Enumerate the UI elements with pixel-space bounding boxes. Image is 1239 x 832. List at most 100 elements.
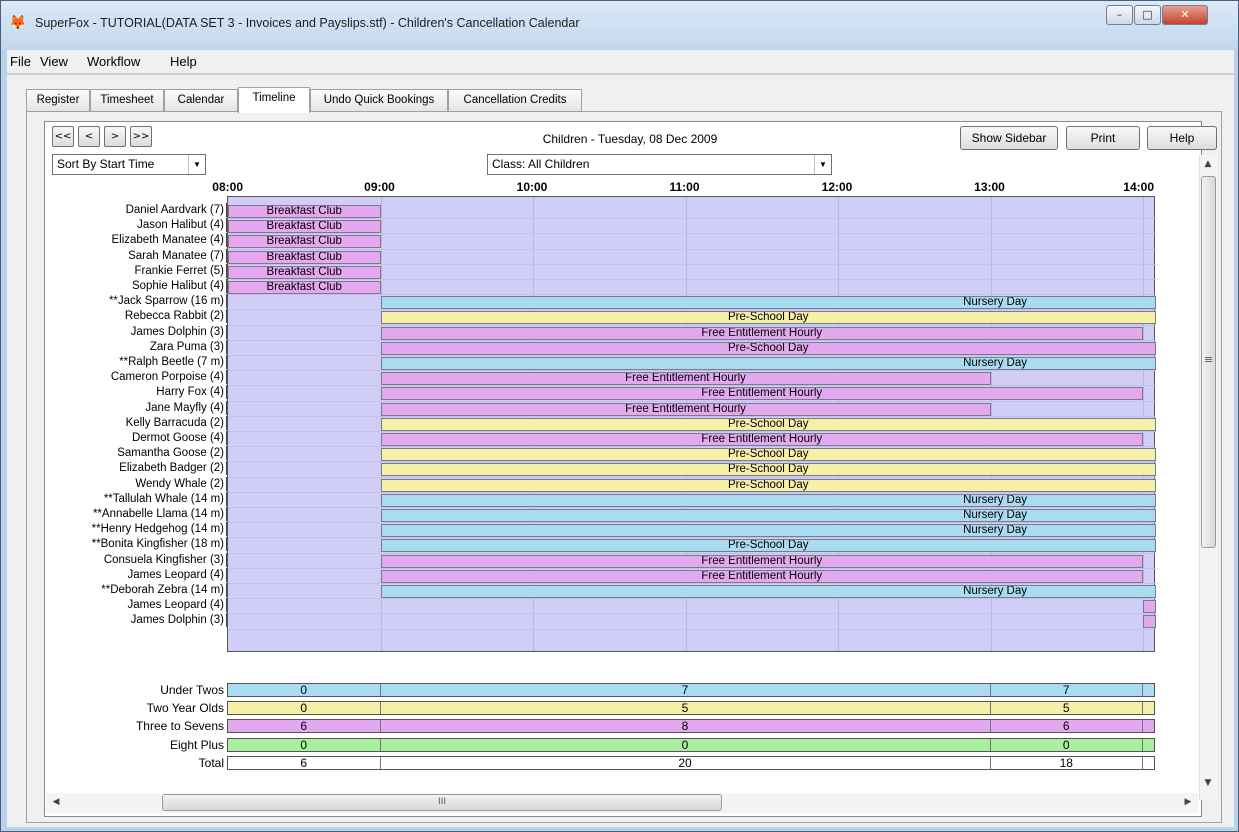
menu-help[interactable]: Help bbox=[170, 54, 197, 69]
child-name[interactable]: James Leopard (4) bbox=[30, 568, 224, 582]
booking-bar[interactable]: Free Entitlement Hourly bbox=[380, 387, 1143, 401]
child-name[interactable]: Kelly Barracuda (2) bbox=[30, 416, 224, 430]
row-gridline bbox=[228, 233, 1156, 235]
booking-bar[interactable]: Nursery Day bbox=[380, 296, 1156, 310]
scroll-down-icon[interactable]: ▼ bbox=[1200, 778, 1216, 788]
child-name[interactable]: Jane Mayfly (4) bbox=[30, 401, 224, 415]
help-button[interactable]: Help bbox=[1147, 126, 1217, 150]
scroll-right-icon[interactable]: ▶ bbox=[1180, 797, 1196, 807]
booking-bar[interactable]: Free Entitlement Hourly bbox=[380, 372, 991, 386]
child-name[interactable]: **Henry Hedgehog (14 m) bbox=[30, 522, 224, 536]
booking-bar[interactable]: Breakfast Club bbox=[228, 281, 381, 294]
booking-bar[interactable]: Pre-School Day bbox=[380, 448, 1156, 462]
booking-bar[interactable] bbox=[1143, 615, 1156, 629]
child-name[interactable]: James Leopard (4) bbox=[30, 598, 224, 612]
child-name[interactable]: Rebecca Rabbit (2) bbox=[30, 309, 224, 323]
booking-bar[interactable]: Nursery Day bbox=[380, 357, 1156, 370]
row-tick bbox=[224, 218, 227, 233]
child-name[interactable]: Sophie Halibut (4) bbox=[30, 279, 224, 293]
tab-timeline[interactable]: Timeline bbox=[238, 87, 310, 113]
booking-bar[interactable]: Breakfast Club bbox=[228, 205, 381, 218]
minimize-button[interactable]: – bbox=[1106, 5, 1133, 25]
child-name[interactable]: Daniel Aardvark (7) bbox=[30, 203, 224, 217]
tab-undo-quick-bookings[interactable]: Undo Quick Bookings bbox=[310, 89, 448, 111]
child-name[interactable]: Wendy Whale (2) bbox=[30, 477, 224, 491]
row-tick bbox=[224, 294, 227, 309]
row-tick bbox=[224, 537, 227, 552]
print-button[interactable]: Print bbox=[1066, 126, 1140, 150]
child-name[interactable]: **Tallulah Whale (14 m) bbox=[30, 492, 224, 506]
child-name[interactable]: **Deborah Zebra (14 m) bbox=[30, 583, 224, 597]
child-name[interactable]: Harry Fox (4) bbox=[30, 385, 224, 399]
booking-bar[interactable]: Breakfast Club bbox=[228, 220, 381, 234]
booking-bar[interactable]: Pre-School Day bbox=[380, 478, 1156, 492]
timeline-grid[interactable]: Breakfast Club Breakfast Club Breakfast Cl… bbox=[227, 196, 1156, 652]
booking-bar[interactable]: Nursery Day bbox=[380, 585, 1156, 598]
previous-day-button[interactable]: < bbox=[78, 126, 100, 147]
child-name[interactable]: Jason Halibut (4) bbox=[30, 218, 224, 232]
summary-count: 7 bbox=[991, 684, 1143, 696]
first-day-button[interactable]: << bbox=[52, 126, 74, 147]
booking-bar[interactable] bbox=[1143, 600, 1156, 614]
tab-register[interactable]: Register bbox=[26, 89, 90, 111]
title-bar[interactable]: 🦊 SuperFox - TUTORIAL(DATA SET 3 - Invoi… bbox=[1, 1, 1238, 49]
menu-file[interactable]: File bbox=[10, 54, 31, 69]
menu-view[interactable]: View bbox=[40, 54, 68, 69]
tab-cancellation-credits[interactable]: Cancellation Credits bbox=[448, 89, 582, 111]
child-name[interactable]: Zara Puma (3) bbox=[30, 340, 224, 354]
booking-bar[interactable]: Breakfast Club bbox=[228, 235, 381, 249]
summary-count: 7 bbox=[381, 684, 991, 696]
class-select[interactable]: Class: All Children ▼ bbox=[487, 154, 832, 175]
booking-bar[interactable]: Free Entitlement Hourly bbox=[380, 433, 1143, 446]
show-sidebar-button[interactable]: Show Sidebar bbox=[960, 126, 1058, 150]
booking-bar[interactable]: Free Entitlement Hourly bbox=[380, 554, 1143, 568]
hour-label: 09:00 bbox=[364, 180, 395, 194]
summary-count: 0 bbox=[381, 738, 991, 751]
child-name[interactable]: Consuela Kingfisher (3) bbox=[30, 553, 224, 567]
child-name[interactable]: Frankie Ferret (5) bbox=[30, 264, 224, 278]
booking-bar[interactable]: Free Entitlement Hourly bbox=[380, 326, 1143, 340]
booking-bar[interactable]: Breakfast Club bbox=[228, 250, 381, 264]
booking-bar[interactable]: Pre-School Day bbox=[380, 463, 1156, 477]
child-name[interactable]: Cameron Porpoise (4) bbox=[30, 370, 224, 384]
child-name[interactable]: James Dolphin (3) bbox=[30, 325, 224, 339]
scroll-left-icon[interactable]: ◀ bbox=[48, 797, 64, 807]
child-name[interactable]: Elizabeth Badger (2) bbox=[30, 461, 224, 475]
booking-bar[interactable]: Nursery Day bbox=[380, 509, 1156, 522]
booking-bar[interactable]: Nursery Day bbox=[380, 493, 1156, 507]
booking-bar[interactable]: Pre-School Day bbox=[380, 311, 1156, 325]
menu-workflow[interactable]: Workflow bbox=[87, 54, 140, 69]
child-name[interactable]: Dermot Goose (4) bbox=[30, 431, 224, 445]
child-name[interactable]: **Annabelle Llama (14 m) bbox=[30, 507, 224, 521]
scroll-up-icon[interactable]: ▲ bbox=[1200, 159, 1216, 169]
child-name[interactable]: Elizabeth Manatee (4) bbox=[30, 233, 224, 247]
close-button[interactable]: ✕ bbox=[1162, 5, 1208, 25]
summary-label: Three to Sevens bbox=[135, 719, 224, 734]
last-day-button[interactable]: >> bbox=[130, 126, 152, 147]
booking-bar[interactable]: Nursery Day bbox=[380, 524, 1156, 538]
booking-bar[interactable]: Breakfast Club bbox=[228, 265, 381, 279]
child-name[interactable]: **Ralph Beetle (7 m) bbox=[30, 355, 224, 369]
tab-calendar[interactable]: Calendar bbox=[164, 89, 238, 111]
booking-bar[interactable]: Pre-School Day bbox=[380, 341, 1156, 355]
child-name[interactable]: **Bonita Kingfisher (18 m) bbox=[30, 537, 224, 551]
booking-bar[interactable]: Pre-School Day bbox=[380, 539, 1156, 553]
summary-label: Under Twos bbox=[160, 683, 224, 697]
vertical-scroll-thumb[interactable]: ≡ bbox=[1201, 176, 1216, 548]
child-name[interactable]: Samantha Goose (2) bbox=[30, 446, 224, 460]
booking-bar[interactable]: Free Entitlement Hourly bbox=[380, 569, 1143, 583]
horizontal-scroll-thumb[interactable]: III bbox=[162, 794, 722, 811]
child-name[interactable]: James Dolphin (3) bbox=[30, 613, 224, 627]
child-name[interactable]: **Jack Sparrow (16 m) bbox=[30, 294, 224, 308]
maximize-button[interactable]: □ bbox=[1134, 5, 1161, 25]
child-name[interactable]: Sarah Manatee (7) bbox=[30, 249, 224, 263]
summary-count: 6 bbox=[228, 720, 381, 733]
sort-select[interactable]: Sort By Start Time ▼ bbox=[52, 154, 206, 175]
next-day-button[interactable]: > bbox=[104, 126, 126, 147]
row-gridline bbox=[228, 309, 1156, 311]
row-tick bbox=[224, 507, 227, 521]
tab-timesheet[interactable]: Timesheet bbox=[90, 89, 164, 111]
booking-bar[interactable]: Free Entitlement Hourly bbox=[380, 402, 991, 416]
row-tick bbox=[224, 324, 227, 339]
booking-bar[interactable]: Pre-School Day bbox=[380, 417, 1156, 431]
